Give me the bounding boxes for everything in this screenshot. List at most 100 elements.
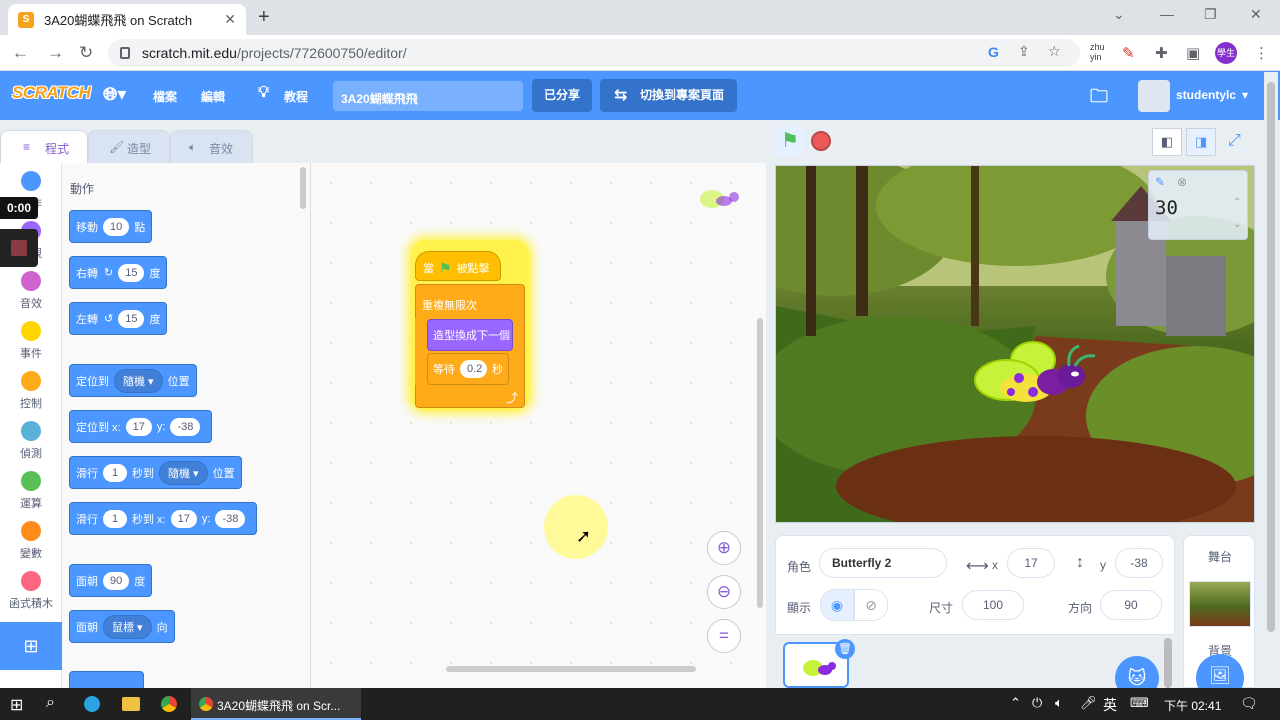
category-variables[interactable]: 變數 <box>0 521 62 561</box>
delete-sprite-icon[interactable]: 🗑︎ <box>835 639 855 659</box>
y-input[interactable]: -38 <box>215 509 246 528</box>
direction-input[interactable]: 90 <box>1100 590 1162 620</box>
shared-button[interactable]: 已分享 <box>532 79 592 112</box>
tab-sounds[interactable]: 🔈︎ 音效 <box>170 130 253 164</box>
x-input[interactable]: 17 <box>1007 548 1055 578</box>
small-stage-button[interactable]: ◧ <box>1152 128 1182 156</box>
chevron-down-icon[interactable]: ⌄ <box>1113 6 1125 23</box>
close-window-icon[interactable]: ✕ <box>1250 6 1262 23</box>
point-towards-dropdown[interactable]: 鼠標 ▾ <box>103 614 152 639</box>
point-towards-block[interactable]: 面朝 鼠標 ▾ 向 <box>69 610 175 643</box>
windows-start-icon[interactable]: ⊞ <box>10 695 23 715</box>
folder-icon[interactable]: 🗀 <box>1090 84 1108 114</box>
restore-icon[interactable]: ❐ <box>1204 6 1217 23</box>
palette-scrollbar[interactable] <box>300 167 306 209</box>
x-input[interactable]: 17 <box>170 509 197 528</box>
file-menu[interactable]: 檔案 <box>153 88 177 105</box>
google-icon[interactable]: G <box>988 44 999 60</box>
category-my-blocks[interactable]: 函式積木 <box>0 571 62 611</box>
glide-to-block[interactable]: 滑行 1 秒到 隨機 ▾ 位置 <box>69 456 242 489</box>
back-icon[interactable]: ← <box>12 43 29 63</box>
wait-seconds-input[interactable]: 0.2 <box>460 360 487 378</box>
edit-menu[interactable]: 編輯 <box>201 88 225 105</box>
close-tab-icon[interactable]: ✕ <box>224 11 236 28</box>
stop-button[interactable] <box>811 131 831 151</box>
point-in-direction-block[interactable]: 面朝 90 度 <box>69 564 153 597</box>
pen-extension-icon[interactable]: ✎ <box>1122 44 1135 62</box>
script-area[interactable]: 當 ⚑ 被點擊 重複無限次 ⤴ 造型換成下一個 等待 0.2 秒 ⊕ ⊖ = <box>311 163 766 688</box>
tray-chevron-icon[interactable]: ⌃ <box>1010 695 1021 711</box>
seconds-input[interactable]: 1 <box>103 463 127 482</box>
add-extension-button[interactable]: ⊞ <box>0 622 62 670</box>
hide-sprite-button[interactable]: ⊘ <box>854 589 888 621</box>
go-to-xy-block[interactable]: 定位到 x: 17 y: -38 <box>69 410 213 443</box>
wait-block[interactable]: 等待 0.2 秒 <box>427 353 509 385</box>
tab-code[interactable]: ≡ 程式 <box>0 130 88 164</box>
browser-tab[interactable]: S 3A20蝴蝶飛飛 on Scratch ✕ <box>8 4 246 35</box>
butterfly-sprite[interactable] <box>971 338 1101 418</box>
show-sprite-button[interactable]: ◉ <box>820 589 854 621</box>
stop-recording-button[interactable] <box>0 229 38 267</box>
direction-input[interactable]: 90 <box>103 571 130 590</box>
category-control[interactable]: 控制 <box>0 371 62 411</box>
turn-left-block[interactable]: 左轉 ↺ 15 度 <box>69 302 168 335</box>
search-icon[interactable]: ⌕ <box>46 694 55 712</box>
steps-input[interactable]: 10 <box>103 217 130 236</box>
username[interactable]: studentylc <box>1176 88 1236 102</box>
seconds-input[interactable]: 1 <box>103 509 127 528</box>
y-input[interactable]: -38 <box>1115 548 1163 578</box>
script-vertical-scrollbar[interactable] <box>757 318 763 608</box>
degrees-input[interactable]: 15 <box>118 309 145 328</box>
profile-avatar[interactable]: 學生 <box>1215 42 1237 64</box>
extensions-icon[interactable]: ✚ <box>1155 44 1168 62</box>
stage-canvas[interactable]: ✎ ⊗ 30 ⌃ ⌄ <box>775 165 1255 523</box>
sprite-name-input[interactable]: Butterfly 2 <box>819 548 947 578</box>
globe-icon[interactable]: 🌐︎▾ <box>103 84 126 105</box>
go-to-target-dropdown[interactable]: 隨機 ▾ <box>114 368 163 393</box>
forward-icon[interactable]: → <box>47 43 64 63</box>
microphone-icon[interactable]: 🎤︎ <box>1080 695 1097 711</box>
zoom-out-button[interactable]: ⊖ <box>707 575 741 609</box>
scratch-logo[interactable]: SCRATCH <box>12 83 91 103</box>
tutorials-menu[interactable]: 教程 <box>284 88 308 105</box>
clock[interactable]: 下午 02:41 <box>1164 697 1221 714</box>
zoom-in-button[interactable]: ⊕ <box>707 531 741 565</box>
ime-mode-icon[interactable]: ⌨︎ <box>1130 695 1149 711</box>
glide-target-dropdown[interactable]: 隨機 ▾ <box>159 460 208 485</box>
stage-selector-panel[interactable]: 舞台 背景 🖼︎ <box>1183 535 1255 702</box>
glide-to-xy-block[interactable]: 滑行 1 秒到 x: 17 y: -38 <box>69 502 258 535</box>
category-sound[interactable]: 音效 <box>0 271 62 311</box>
page-scrollbar-thumb[interactable] <box>1267 82 1275 632</box>
move-steps-block[interactable]: 移動 10 點 <box>69 210 153 243</box>
close-monitor-icon[interactable]: ⊗ <box>1177 175 1187 189</box>
normal-stage-button[interactable]: ◨ <box>1186 128 1216 156</box>
zoom-reset-button[interactable]: = <box>707 619 741 653</box>
category-operators[interactable]: 運算 <box>0 471 62 511</box>
script-horizontal-scrollbar[interactable] <box>446 666 696 672</box>
side-panel-icon[interactable]: ▣ <box>1186 44 1200 62</box>
lightbulb-icon[interactable]: 💡︎ <box>258 84 269 102</box>
fullscreen-icon[interactable]: ⤢ <box>1228 132 1241 150</box>
edge-icon[interactable] <box>84 696 100 712</box>
star-icon[interactable]: ☆ <box>1048 43 1061 60</box>
avatar[interactable] <box>1138 80 1170 112</box>
when-flag-clicked-block[interactable]: 當 ⚑ 被點擊 <box>415 251 501 281</box>
go-to-block[interactable]: 定位到 隨機 ▾ 位置 <box>69 364 197 397</box>
more-menu-icon[interactable]: ⋮ <box>1254 44 1269 62</box>
green-flag-button[interactable]: ⚑ <box>775 126 805 156</box>
page-scrollbar[interactable] <box>1264 72 1278 652</box>
category-sensing[interactable]: 偵測 <box>0 421 62 461</box>
degrees-input[interactable]: 15 <box>118 263 145 282</box>
share-icon[interactable]: ⇪ <box>1018 43 1030 60</box>
new-tab-icon[interactable]: + <box>258 6 270 29</box>
file-explorer-icon[interactable] <box>122 697 140 711</box>
minimize-icon[interactable]: — <box>1160 6 1174 22</box>
language-indicator[interactable]: 英 <box>1103 695 1117 715</box>
size-input[interactable]: 100 <box>962 590 1024 620</box>
chrome-icon[interactable] <box>161 696 177 712</box>
tab-costumes[interactable]: 🖌︎ 造型 <box>88 130 170 164</box>
notifications-icon[interactable]: 🗨︎ <box>1240 695 1258 712</box>
ime-label[interactable]: zhu yin <box>1090 42 1110 62</box>
tray-app-icon[interactable]: ⏻ <box>1032 695 1042 711</box>
y-input[interactable]: -38 <box>170 417 201 436</box>
